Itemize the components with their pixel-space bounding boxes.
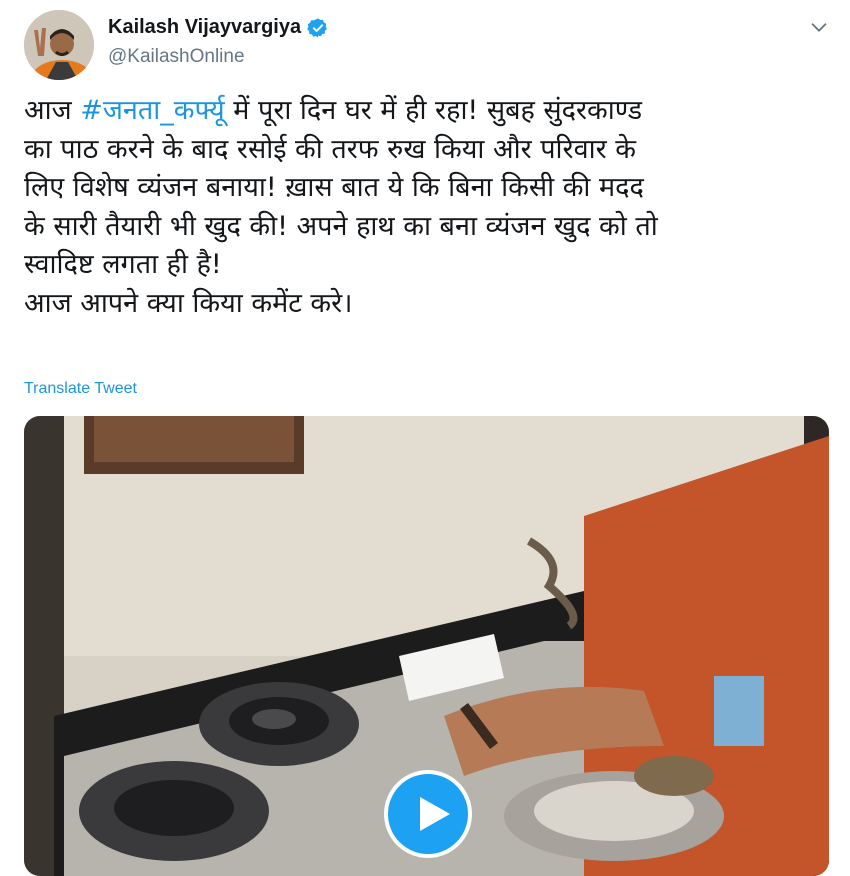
author-display-name[interactable]: Kailash Vijayvargiya xyxy=(108,16,301,39)
video-player[interactable] xyxy=(24,416,829,876)
verified-badge-icon xyxy=(307,17,329,39)
tweet-text-line: लिए विशेष व्यंजन बनाया! ख़ास बात ये कि ब… xyxy=(24,172,644,203)
author-name-row: Kailash Vijayvargiya xyxy=(108,16,329,39)
tweet-card: Kailash Vijayvargiya @KailashOnline आज #… xyxy=(0,0,850,876)
tweet-text-line: के सारी तैयारी भी खुद की! अपने हाथ का बन… xyxy=(24,210,658,242)
play-icon xyxy=(420,797,450,831)
author-handle[interactable]: @KailashOnline xyxy=(108,46,245,68)
profile-avatar[interactable] xyxy=(24,10,94,80)
translate-tweet-link[interactable]: Translate Tweet xyxy=(24,380,137,398)
hashtag-link[interactable]: #जनता_कर्फ्यू xyxy=(80,95,224,126)
tweet-text-line: का पाठ करने के बाद रसोई की तरफ रुख किया … xyxy=(24,133,636,165)
play-button[interactable] xyxy=(384,770,472,858)
tweet-text: आज #जनता_कर्फ्यू में पूरा दिन घर में ही … xyxy=(24,92,829,323)
tweet-text-line: स्वादिष्ट लगता ही है! xyxy=(24,249,222,280)
chevron-down-icon[interactable] xyxy=(808,16,830,38)
tweet-text-segment: में पूरा दिन घर में ही रहा! सुबह सुंदरका… xyxy=(224,95,643,126)
tweet-text-line: आज #जनता_कर्फ्यू में पूरा दिन घर में ही … xyxy=(24,92,829,131)
tweet-text-line: आज आपने क्या किया कमेंट करे। xyxy=(24,287,353,319)
tweet-text-segment: आज xyxy=(24,95,81,126)
